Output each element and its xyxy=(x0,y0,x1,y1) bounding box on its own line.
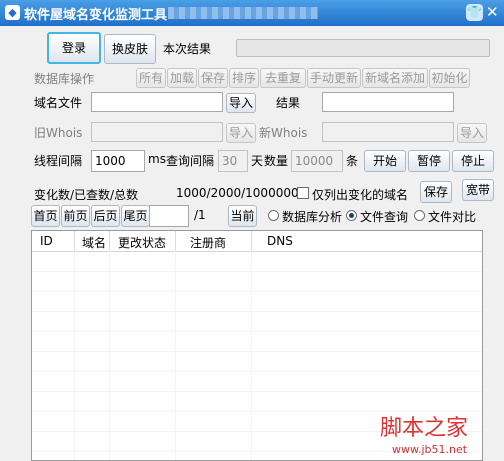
column-divider xyxy=(74,231,75,251)
mode-label-file-compare: 文件对比 xyxy=(428,210,477,224)
watermark-url: www.jb51.net xyxy=(392,443,468,456)
row-gridline xyxy=(32,311,482,312)
ms-label: ms xyxy=(148,152,166,166)
title-blur-region xyxy=(168,7,318,19)
query-interval-label: 查询间隔 xyxy=(166,154,215,168)
db-load-button[interactable]: 加载 xyxy=(167,68,197,88)
start-button[interactable]: 开始 xyxy=(364,150,406,172)
column-header-status[interactable]: 更改状态 xyxy=(118,234,166,251)
first-page-button[interactable]: 首页 xyxy=(31,205,60,227)
column-divider xyxy=(109,231,110,251)
only-changed-label: 仅列出变化的域名 xyxy=(312,188,409,202)
last-page-button[interactable]: 尾页 xyxy=(121,205,150,227)
column-gridline xyxy=(175,251,176,460)
column-header-id[interactable]: ID xyxy=(40,234,53,248)
row-gridline xyxy=(32,371,482,372)
next-page-button[interactable]: 后页 xyxy=(91,205,120,227)
mode-radio-file-query[interactable] xyxy=(346,210,357,221)
thread-interval-input[interactable]: 1000 xyxy=(91,150,145,172)
current-page-button[interactable]: 当前 xyxy=(228,205,257,227)
row-gridline xyxy=(32,351,482,352)
new-whois-input[interactable] xyxy=(322,122,454,142)
db-init-button[interactable]: 初始化 xyxy=(429,68,470,88)
mode-label-db-analysis: 数据库分析 xyxy=(282,210,343,224)
old-whois-label: 旧Whois xyxy=(34,126,83,140)
window-title: 软件屋域名变化监测工具 xyxy=(24,8,168,23)
column-divider xyxy=(175,231,176,251)
mode-radio-db-analysis[interactable] xyxy=(268,210,279,221)
new-whois-import-button[interactable]: 导入 xyxy=(457,123,487,143)
domain-file-input[interactable] xyxy=(91,92,223,112)
count-input[interactable]: 10000 xyxy=(291,150,343,172)
save-button[interactable]: 保存 xyxy=(420,181,452,203)
broadband-button[interactable]: 宽带 xyxy=(462,179,494,201)
stats-value: 1000/2000/1000000 xyxy=(176,186,299,200)
current-result-label: 本次结果 xyxy=(163,42,212,56)
stats-label: 变化数/已查数/总数 xyxy=(34,188,139,202)
db-sort-button[interactable]: 排序 xyxy=(229,68,259,88)
row-gridline xyxy=(32,291,482,292)
progress-bar xyxy=(236,39,490,57)
result-label: 结果 xyxy=(276,96,301,110)
skin-button[interactable]: 换皮肤 xyxy=(104,34,156,64)
stop-button[interactable]: 停止 xyxy=(452,150,494,172)
pause-button[interactable]: 暂停 xyxy=(408,150,450,172)
query-interval-input[interactable]: 30 xyxy=(218,150,248,172)
total-pages-label: /1 xyxy=(194,208,206,222)
column-gridline xyxy=(74,251,75,460)
old-whois-input[interactable] xyxy=(91,122,223,142)
db-manual-update-button[interactable]: 手动更新 xyxy=(307,68,361,88)
close-icon[interactable]: ✕ xyxy=(486,3,499,21)
new-whois-label: 新Whois xyxy=(259,126,308,140)
old-whois-import-button[interactable]: 导入 xyxy=(226,123,256,143)
row-gridline xyxy=(32,391,482,392)
page-number-input[interactable] xyxy=(149,205,189,227)
column-header-registrar[interactable]: 注册商 xyxy=(190,234,226,251)
db-all-button[interactable]: 所有 xyxy=(136,68,166,88)
result-input[interactable] xyxy=(322,92,454,112)
db-add-domain-button[interactable]: 新域名添加 xyxy=(362,68,428,88)
mode-radio-file-compare[interactable] xyxy=(414,210,425,221)
thread-interval-label: 线程间隔 xyxy=(34,154,83,168)
column-gridline xyxy=(251,251,252,460)
login-button[interactable]: 登录 xyxy=(47,32,101,64)
watermark-text: 脚本之家 xyxy=(380,416,469,441)
column-header-domain[interactable]: 域名 xyxy=(82,234,106,251)
column-header-dns[interactable]: DNS xyxy=(267,234,293,248)
skin-shirt-icon[interactable]: 👕 xyxy=(466,4,483,21)
table-header: ID 域名 更改状态 注册商 DNS xyxy=(32,231,482,252)
row-gridline xyxy=(32,271,482,272)
prev-page-button[interactable]: 前页 xyxy=(61,205,90,227)
domain-file-label: 域名文件 xyxy=(34,96,83,110)
only-changed-checkbox[interactable] xyxy=(297,187,309,199)
column-divider xyxy=(251,231,252,251)
db-ops-label: 数据库操作 xyxy=(34,72,95,86)
app-icon: ◆ xyxy=(5,5,20,20)
column-gridline xyxy=(109,251,110,460)
count-label: 数量 xyxy=(264,154,289,168)
title-bar[interactable]: ◆ 软件屋域名变化监测工具 👕 ✕ xyxy=(0,0,504,26)
db-dedupe-button[interactable]: 去重复 xyxy=(260,68,306,88)
days-label: 天 xyxy=(251,154,264,168)
count-unit-label: 条 xyxy=(346,154,359,168)
db-save-button[interactable]: 保存 xyxy=(198,68,228,88)
mode-label-file-query: 文件查询 xyxy=(360,210,409,224)
domain-file-import-button[interactable]: 导入 xyxy=(226,93,256,113)
row-gridline xyxy=(32,331,482,332)
